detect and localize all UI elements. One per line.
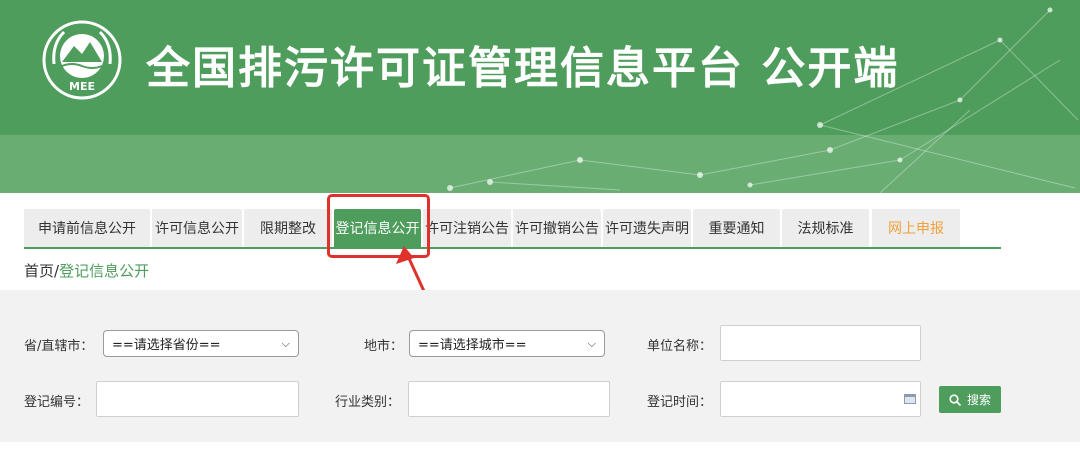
- city-select[interactable]: ==请选择城市== ⌵: [409, 330, 605, 357]
- search-icon: [949, 393, 961, 406]
- logo-text: MEE: [69, 80, 95, 93]
- header-band: [0, 135, 1080, 193]
- site-title: 全国排污许可证管理信息平台 公开端: [146, 43, 900, 94]
- mee-logo: MEE: [42, 20, 122, 100]
- unit-name-input[interactable]: [720, 325, 921, 361]
- province-select[interactable]: ==请选择省份== ⌵: [103, 330, 299, 357]
- city-label: 地市：: [364, 339, 404, 354]
- reg-number-input[interactable]: [96, 381, 299, 417]
- industry-input[interactable]: [408, 381, 610, 417]
- unit-name-label: 单位名称：: [647, 339, 713, 354]
- main-nav: 申请前信息公开 许可信息公开 限期整改 登记信息公开 许可注销公告 许可撤销公告…: [24, 209, 1001, 249]
- tab-pre-application[interactable]: 申请前信息公开: [24, 209, 150, 247]
- province-select-value: ==请选择省份==: [112, 338, 221, 353]
- breadcrumb: 首页/登记信息公开: [24, 260, 149, 281]
- search-button-label: 搜索: [966, 393, 991, 407]
- chevron-down-icon: ⌵: [587, 336, 596, 350]
- reg-time-input[interactable]: [720, 381, 921, 417]
- tab-regulations[interactable]: 法规标准: [782, 209, 869, 247]
- tab-notices[interactable]: 重要通知: [693, 209, 780, 247]
- search-button[interactable]: 搜索: [939, 386, 1001, 413]
- chevron-down-icon: ⌵: [281, 336, 290, 350]
- search-panel: [0, 290, 1080, 442]
- city-select-value: ==请选择城市==: [418, 338, 527, 353]
- tab-permit-loss[interactable]: 许可遗失声明: [603, 209, 691, 247]
- tab-permit-revocation[interactable]: 许可撤销公告: [513, 209, 601, 247]
- reg-time-label: 登记时间：: [647, 395, 713, 410]
- breadcrumb-home[interactable]: 首页: [24, 262, 54, 280]
- tab-rectification[interactable]: 限期整改: [244, 209, 332, 247]
- calendar-icon[interactable]: [904, 394, 916, 404]
- tab-online-declaration[interactable]: 网上申报: [872, 209, 960, 247]
- industry-label: 行业类别：: [335, 395, 401, 410]
- tab-permit-info[interactable]: 许可信息公开: [152, 209, 242, 247]
- province-label: 省/直辖市：: [24, 339, 94, 354]
- breadcrumb-current: 登记信息公开: [59, 262, 150, 280]
- reg-number-label: 登记编号：: [24, 395, 90, 410]
